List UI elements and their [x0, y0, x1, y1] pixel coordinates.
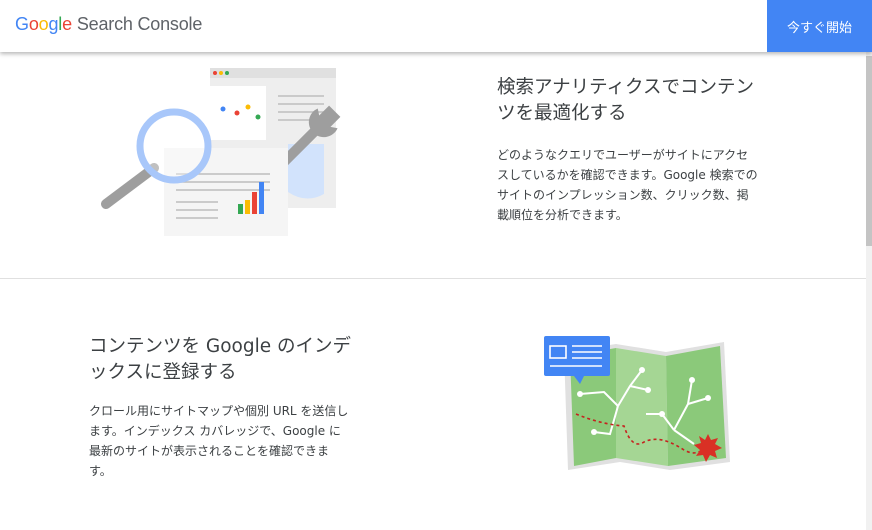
feature-index-coverage: コンテンツを Google のインデ ックスに登録する クロール用にサイトマップ…	[0, 279, 866, 530]
map-index-icon	[544, 336, 730, 470]
section-title-line: ツを最適化する	[497, 103, 627, 124]
scrollbar-thumb[interactable]	[866, 56, 872, 246]
section-title: 検索アナリティクスでコンテン ツを最適化する	[497, 75, 787, 127]
description-line: 最新のサイトが表示されることを確認できま	[89, 444, 330, 458]
section-title-line: 検索アナリティクスでコンテン	[497, 77, 754, 98]
section-description: クロール用にサイトマップや個別 URL を送信し ます。インデックス カバレッジ…	[89, 401, 375, 481]
description-line: す。	[89, 464, 112, 478]
google-wordmark: Google	[15, 14, 72, 34]
description-line: ます。インデックス カバレッジで、Google に	[89, 424, 341, 438]
description-line: サイトのインプレッション数、クリック数、掲	[497, 188, 749, 202]
section-title-line: コンテンツを Google のインデ	[89, 336, 351, 357]
feature-search-analytics: 検索アナリティクスでコンテン ツを最適化する どのようなクエリでユーザーがサイト…	[0, 52, 866, 278]
section-title-line: ックスに登録する	[89, 362, 237, 383]
description-line: クロール用にサイトマップや個別 URL を送信し	[89, 404, 349, 418]
analytics-magnifier-wrench-icon	[101, 68, 341, 236]
top-header: Google Search Console 今すぐ開始	[0, 0, 872, 52]
google-search-console-logo[interactable]: Google Search Console	[15, 14, 202, 38]
start-now-button[interactable]: 今すぐ開始	[767, 0, 872, 52]
description-line: どのようなクエリでユーザーがサイトにアクセ	[497, 148, 749, 162]
product-name: Search Console	[76, 14, 203, 34]
description-line: スしているかを確認できます。Google 検索での	[497, 168, 758, 182]
description-line: 載順位を分析できます。	[497, 208, 628, 222]
section-description: どのようなクエリでユーザーがサイトにアクセ スしているかを確認できます。Goog…	[497, 145, 783, 225]
section-title: コンテンツを Google のインデ ックスに登録する	[89, 334, 379, 386]
